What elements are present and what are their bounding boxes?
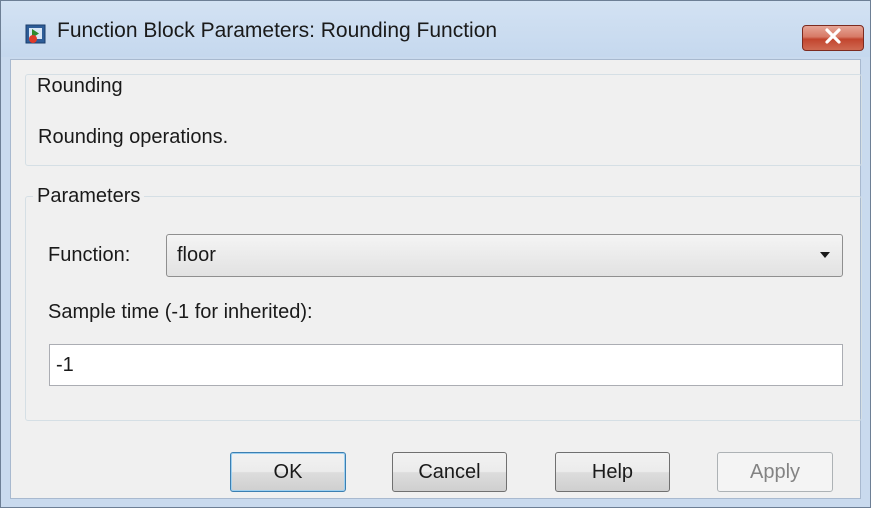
parameters-group-legend: Parameters — [33, 185, 145, 208]
apply-button[interactable]: Apply — [717, 452, 833, 492]
close-button[interactable] — [802, 25, 864, 51]
close-icon — [824, 27, 842, 49]
rounding-group-legend: Rounding — [33, 75, 127, 98]
dialog-window: Function Block Parameters: Rounding Func… — [0, 0, 871, 508]
rounding-group — [25, 74, 862, 166]
dialog-body: Rounding Rounding operations. Parameters… — [10, 59, 862, 499]
cancel-button[interactable]: Cancel — [392, 452, 507, 492]
sample-time-label: Sample time (-1 for inherited): — [48, 301, 313, 323]
ok-button[interactable]: OK — [230, 452, 346, 492]
function-label: Function: — [48, 244, 131, 266]
function-dropdown[interactable]: floor — [166, 234, 843, 277]
simulink-block-icon — [25, 23, 47, 45]
block-description: Rounding operations. — [38, 126, 229, 148]
sample-time-input[interactable]: -1 — [49, 344, 843, 386]
function-dropdown-value: floor — [177, 244, 216, 266]
title-bar[interactable]: Function Block Parameters: Rounding Func… — [1, 1, 870, 57]
window-title: Function Block Parameters: Rounding Func… — [57, 19, 498, 42]
sample-time-value: -1 — [56, 354, 74, 376]
chevron-down-icon — [818, 248, 832, 262]
help-button[interactable]: Help — [555, 452, 670, 492]
